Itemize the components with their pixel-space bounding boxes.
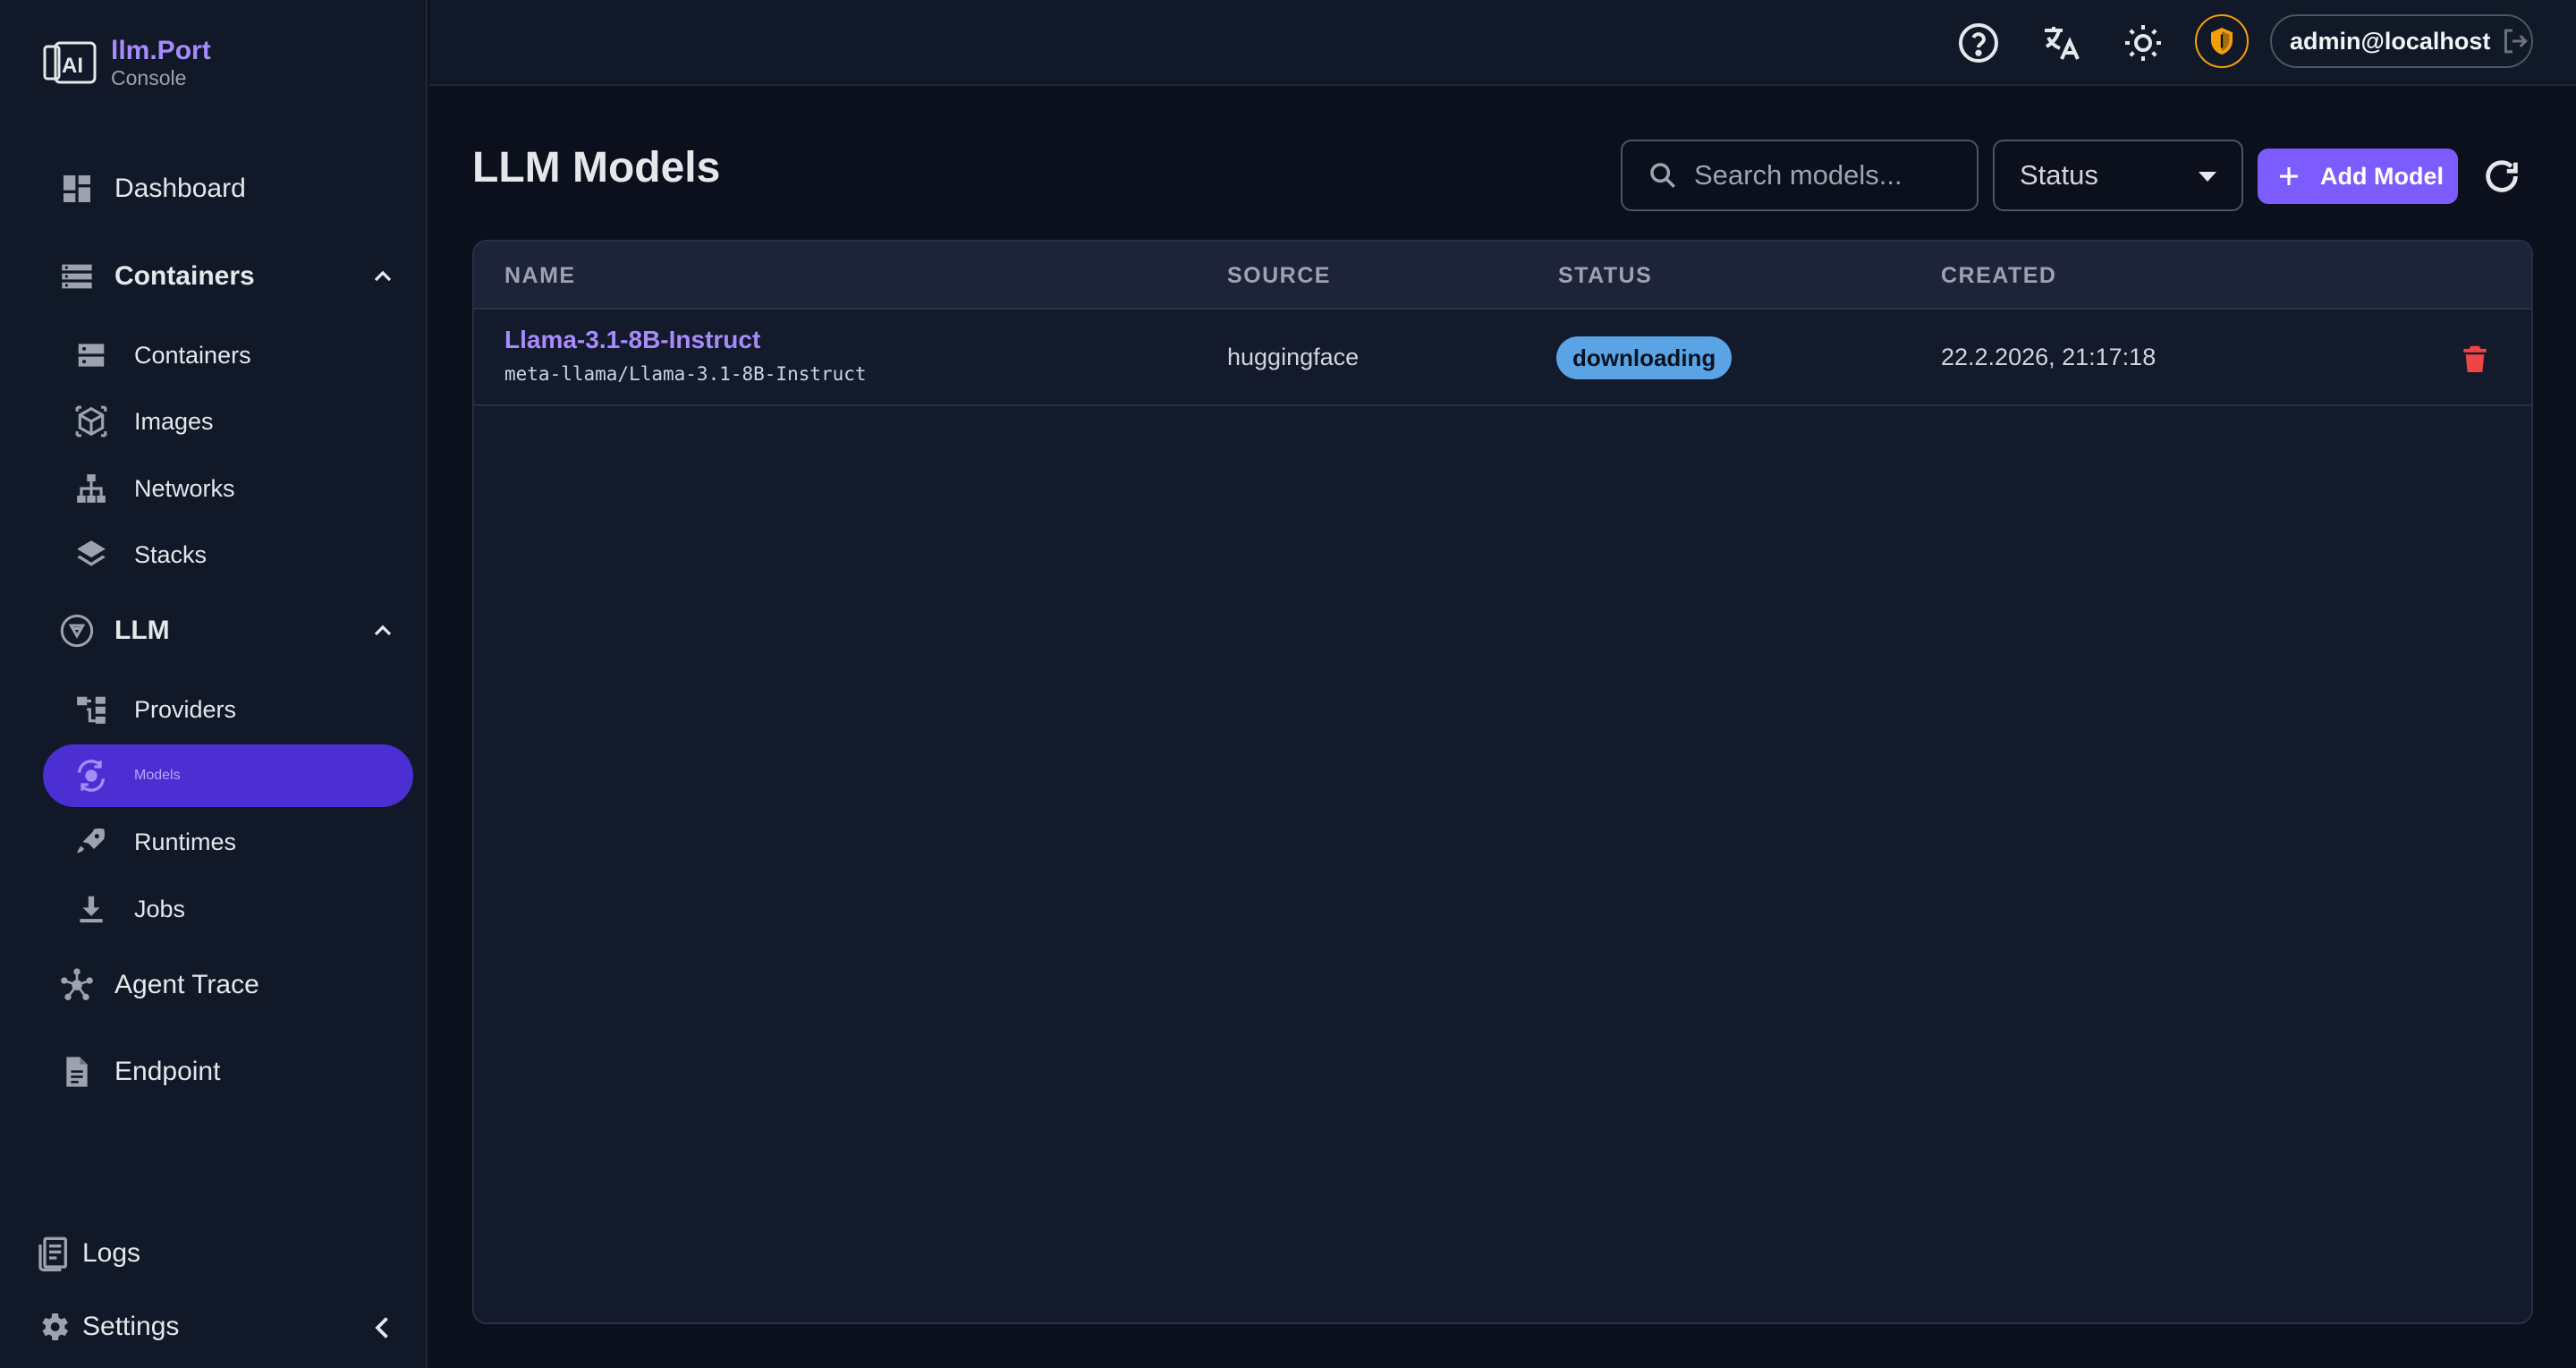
sidebar-item-label: Agent Trace	[114, 970, 259, 999]
sidebar-group-llm[interactable]: LLM	[57, 601, 397, 660]
network-icon	[72, 469, 111, 508]
svg-text:AI: AI	[62, 54, 83, 78]
gear-icon	[34, 1307, 73, 1347]
sidebar-item-label: Logs	[82, 1238, 141, 1268]
sidebar-item-stacks[interactable]: Stacks	[72, 525, 402, 584]
search-input[interactable]	[1694, 159, 1962, 191]
caret-down-icon	[2199, 172, 2216, 182]
help-icon[interactable]	[1957, 21, 2000, 64]
logs-icon	[34, 1234, 73, 1273]
models-table: NAME SOURCE STATUS CREATED Llama-3.1-8B-…	[472, 240, 2533, 1324]
brand-name: llm.Port	[111, 36, 211, 65]
security-button[interactable]	[2195, 14, 2249, 68]
sidebar-item-label: Providers	[134, 695, 237, 723]
server-icon	[72, 336, 111, 375]
llm-icon	[57, 611, 97, 650]
page-title: LLM Models	[472, 144, 721, 191]
layers-icon	[72, 535, 111, 574]
user-email: admin@localhost	[2290, 27, 2491, 55]
status-filter-value: Status	[2020, 159, 2098, 191]
sidebar-item-endpoint[interactable]: Endpoint	[57, 1042, 397, 1101]
graph-icon	[57, 965, 97, 1005]
models-icon	[72, 756, 111, 795]
sidebar-item-images[interactable]: Images	[72, 392, 402, 451]
collapse-sidebar-icon[interactable]	[367, 1312, 399, 1344]
column-header-name[interactable]: NAME	[504, 263, 576, 289]
add-model-button[interactable]: Add Model	[2258, 149, 2458, 204]
sidebar-item-providers[interactable]: Providers	[72, 680, 402, 739]
providers-icon	[72, 690, 111, 729]
sidebar-item-agent-trace[interactable]: Agent Trace	[57, 956, 397, 1015]
brand-subtitle: Console	[111, 66, 187, 89]
server-stack-icon	[57, 257, 97, 296]
add-model-label: Add Model	[2320, 162, 2444, 190]
theme-toggle-icon[interactable]	[2122, 21, 2165, 64]
sidebar-item-label: Dashboard	[114, 174, 246, 203]
sidebar-item-networks[interactable]: Networks	[72, 459, 402, 518]
model-name-link[interactable]: Llama-3.1-8B-Instruct	[504, 326, 760, 354]
status-filter-select[interactable]: Status	[1993, 140, 2243, 211]
sidebar-item-label: Settings	[82, 1312, 180, 1341]
brand[interactable]: AI llm.Port Console	[41, 36, 211, 89]
trash-icon[interactable]	[2458, 342, 2492, 376]
sidebar-item-label: Networks	[134, 474, 235, 502]
download-icon	[72, 889, 111, 929]
sidebar-item-label: Stacks	[134, 540, 208, 568]
table-row[interactable]: Llama-3.1-8B-Instruct meta-llama/Llama-3…	[474, 310, 2531, 406]
column-header-source[interactable]: SOURCE	[1227, 263, 1331, 289]
sidebar-item-label: Models	[134, 768, 181, 783]
ai-chip-icon: AI	[43, 41, 97, 84]
search-box[interactable]	[1621, 140, 1979, 211]
sidebar-item-dashboard[interactable]: Dashboard	[57, 159, 397, 218]
shield-icon	[2211, 28, 2233, 55]
sidebar-item-logs[interactable]: Logs	[34, 1224, 410, 1283]
cube-icon	[72, 402, 111, 441]
logout-icon	[2504, 29, 2529, 54]
column-header-status[interactable]: STATUS	[1558, 263, 1652, 289]
chevron-up-icon[interactable]	[369, 616, 397, 645]
sidebar-item-label: Runtimes	[134, 828, 237, 855]
column-header-created[interactable]: CREATED	[1941, 263, 2056, 289]
table-header: NAME SOURCE STATUS CREATED	[474, 242, 2531, 310]
document-icon	[57, 1052, 97, 1092]
sidebar-item-label: Endpoint	[114, 1057, 221, 1086]
sidebar-item-settings[interactable]: Settings	[34, 1297, 410, 1356]
sidebar-item-containers[interactable]: Containers	[72, 326, 402, 385]
sidebar-item-label: Containers	[134, 341, 251, 369]
sidebar-item-jobs[interactable]: Jobs	[72, 879, 402, 939]
sidebar-item-label: Jobs	[134, 895, 186, 922]
user-logout-button[interactable]: admin@localhost	[2270, 14, 2533, 68]
chevron-up-icon[interactable]	[369, 262, 397, 291]
plus-icon	[2280, 167, 2298, 185]
sidebar-group-containers[interactable]: Containers	[57, 247, 397, 306]
model-repo: meta-llama/Llama-3.1-8B-Instruct	[504, 363, 867, 385]
model-source: huggingface	[1227, 344, 1360, 370]
sidebar-item-label: Images	[134, 407, 214, 435]
sidebar-item-models[interactable]: Models	[43, 744, 413, 807]
sidebar-item-runtimes[interactable]: Runtimes	[72, 812, 402, 871]
search-icon	[1650, 163, 1676, 189]
sidebar: AI llm.Port Console Dashboard Containers…	[0, 0, 428, 1368]
top-bar: admin@localhost	[429, 0, 2576, 86]
refresh-icon[interactable]	[2481, 156, 2522, 197]
status-badge: downloading	[1556, 336, 1733, 379]
translate-icon[interactable]	[2039, 21, 2082, 64]
sidebar-item-label: LLM	[114, 616, 170, 645]
dashboard-icon	[57, 169, 97, 208]
model-created: 22.2.2026, 21:17:18	[1941, 344, 2157, 370]
rocket-icon	[72, 822, 111, 862]
sidebar-item-label: Containers	[114, 261, 255, 291]
